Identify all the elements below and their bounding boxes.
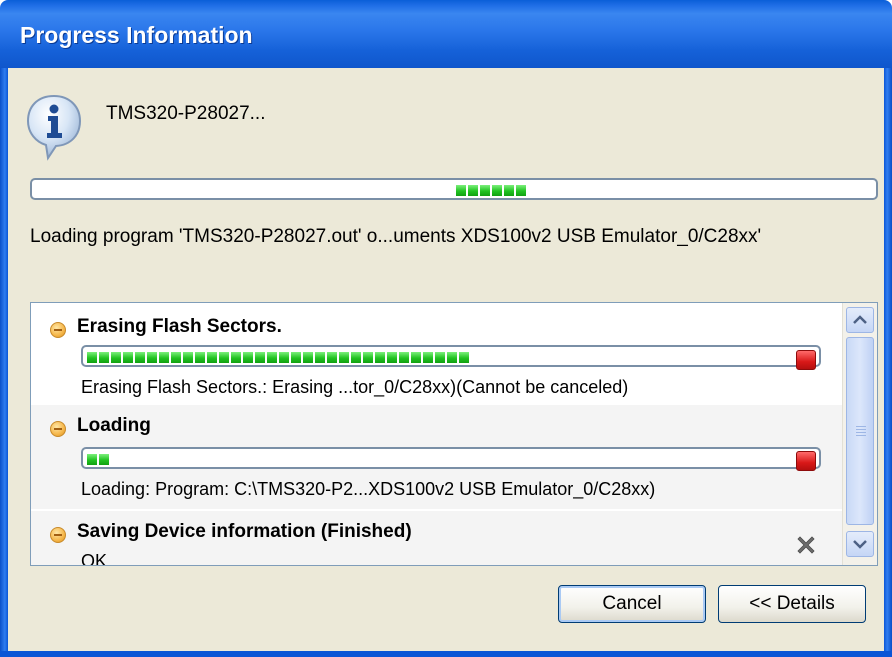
thumb-grip xyxy=(856,435,866,436)
job-status-icon xyxy=(50,527,66,543)
main-progress-bar xyxy=(30,178,878,200)
task-name: TMS320-P28027... xyxy=(106,103,266,124)
title-bar[interactable]: Progress Information xyxy=(0,0,892,68)
progress-segment xyxy=(303,352,313,363)
progress-segment xyxy=(435,352,445,363)
progress-segment xyxy=(243,352,253,363)
progress-segment xyxy=(123,352,133,363)
scroll-down-button[interactable] xyxy=(846,531,874,557)
window-title: Progress Information xyxy=(20,22,253,48)
progress-segment xyxy=(423,352,433,363)
job-status-icon xyxy=(50,421,66,437)
progress-segment xyxy=(87,454,97,465)
progress-segment xyxy=(291,352,301,363)
progress-segment xyxy=(459,352,469,363)
progress-segment xyxy=(315,352,325,363)
stop-icon[interactable] xyxy=(796,451,816,471)
thumb-grip xyxy=(856,426,866,427)
progress-segment xyxy=(99,352,109,363)
progress-segment xyxy=(99,454,109,465)
progress-segment xyxy=(279,352,289,363)
window-frame-left xyxy=(0,68,8,657)
progress-segment xyxy=(516,185,526,196)
progress-segment xyxy=(339,352,349,363)
window-frame-right xyxy=(884,68,892,657)
cancel-button[interactable]: Cancel xyxy=(558,585,706,623)
progress-segment xyxy=(468,185,478,196)
job-row: Saving Device information (Finished) OK xyxy=(31,511,843,566)
progress-segment xyxy=(159,352,169,363)
job-status-icon xyxy=(50,322,66,338)
progress-segment xyxy=(231,352,241,363)
thumb-grip xyxy=(856,429,866,430)
progress-segment xyxy=(411,352,421,363)
chevron-down-icon xyxy=(853,540,867,549)
progress-segment xyxy=(255,352,265,363)
job-detail: Erasing Flash Sectors.: Erasing ...tor_0… xyxy=(81,377,629,397)
progress-segment xyxy=(111,352,121,363)
progress-segment xyxy=(87,352,97,363)
job-progress-bar xyxy=(81,447,821,469)
progress-segment xyxy=(219,352,229,363)
progress-segment xyxy=(267,352,277,363)
scroll-up-button[interactable] xyxy=(846,307,874,333)
window-frame-bottom xyxy=(0,651,892,657)
progress-segment xyxy=(456,185,466,196)
progress-segment xyxy=(492,185,502,196)
progress-segment xyxy=(399,352,409,363)
vertical-scrollbar[interactable] xyxy=(842,303,877,565)
scroll-thumb[interactable] xyxy=(846,337,874,525)
progress-segment xyxy=(504,185,514,196)
job-row: Erasing Flash Sectors. Erasing Flash Sec… xyxy=(31,303,843,403)
thumb-grip xyxy=(856,432,866,433)
progress-segment xyxy=(171,352,181,363)
remove-icon[interactable] xyxy=(794,533,818,557)
job-title: Erasing Flash Sectors. xyxy=(77,316,282,337)
job-list[interactable]: Erasing Flash Sectors. Erasing Flash Sec… xyxy=(30,302,878,566)
progress-segment xyxy=(375,352,385,363)
progress-segment xyxy=(351,352,361,363)
job-row: Loading Loading: Program: C:\TMS320-P2..… xyxy=(31,405,843,509)
progress-segment xyxy=(183,352,193,363)
chevron-up-icon xyxy=(853,315,867,324)
details-button[interactable]: << Details xyxy=(718,585,866,623)
stop-icon[interactable] xyxy=(796,350,816,370)
progress-segment xyxy=(135,352,145,363)
progress-segment xyxy=(195,352,205,363)
job-detail: OK xyxy=(81,551,108,566)
status-text: Loading program 'TMS320-P28027.out' o...… xyxy=(30,226,762,247)
job-detail: Loading: Program: C:\TMS320-P2...XDS100v… xyxy=(81,479,656,499)
progress-segment xyxy=(480,185,490,196)
progress-segment xyxy=(447,352,457,363)
progress-segment xyxy=(387,352,397,363)
progress-segment xyxy=(207,352,217,363)
job-title: Loading xyxy=(77,415,151,436)
progress-segment xyxy=(327,352,337,363)
progress-dialog: Progress Information TMS320-P28027... Lo… xyxy=(0,0,892,657)
job-progress-bar xyxy=(81,345,821,367)
job-title: Saving Device information (Finished) xyxy=(77,521,412,542)
progress-segment xyxy=(147,352,157,363)
info-icon xyxy=(26,94,82,161)
progress-segment xyxy=(363,352,373,363)
